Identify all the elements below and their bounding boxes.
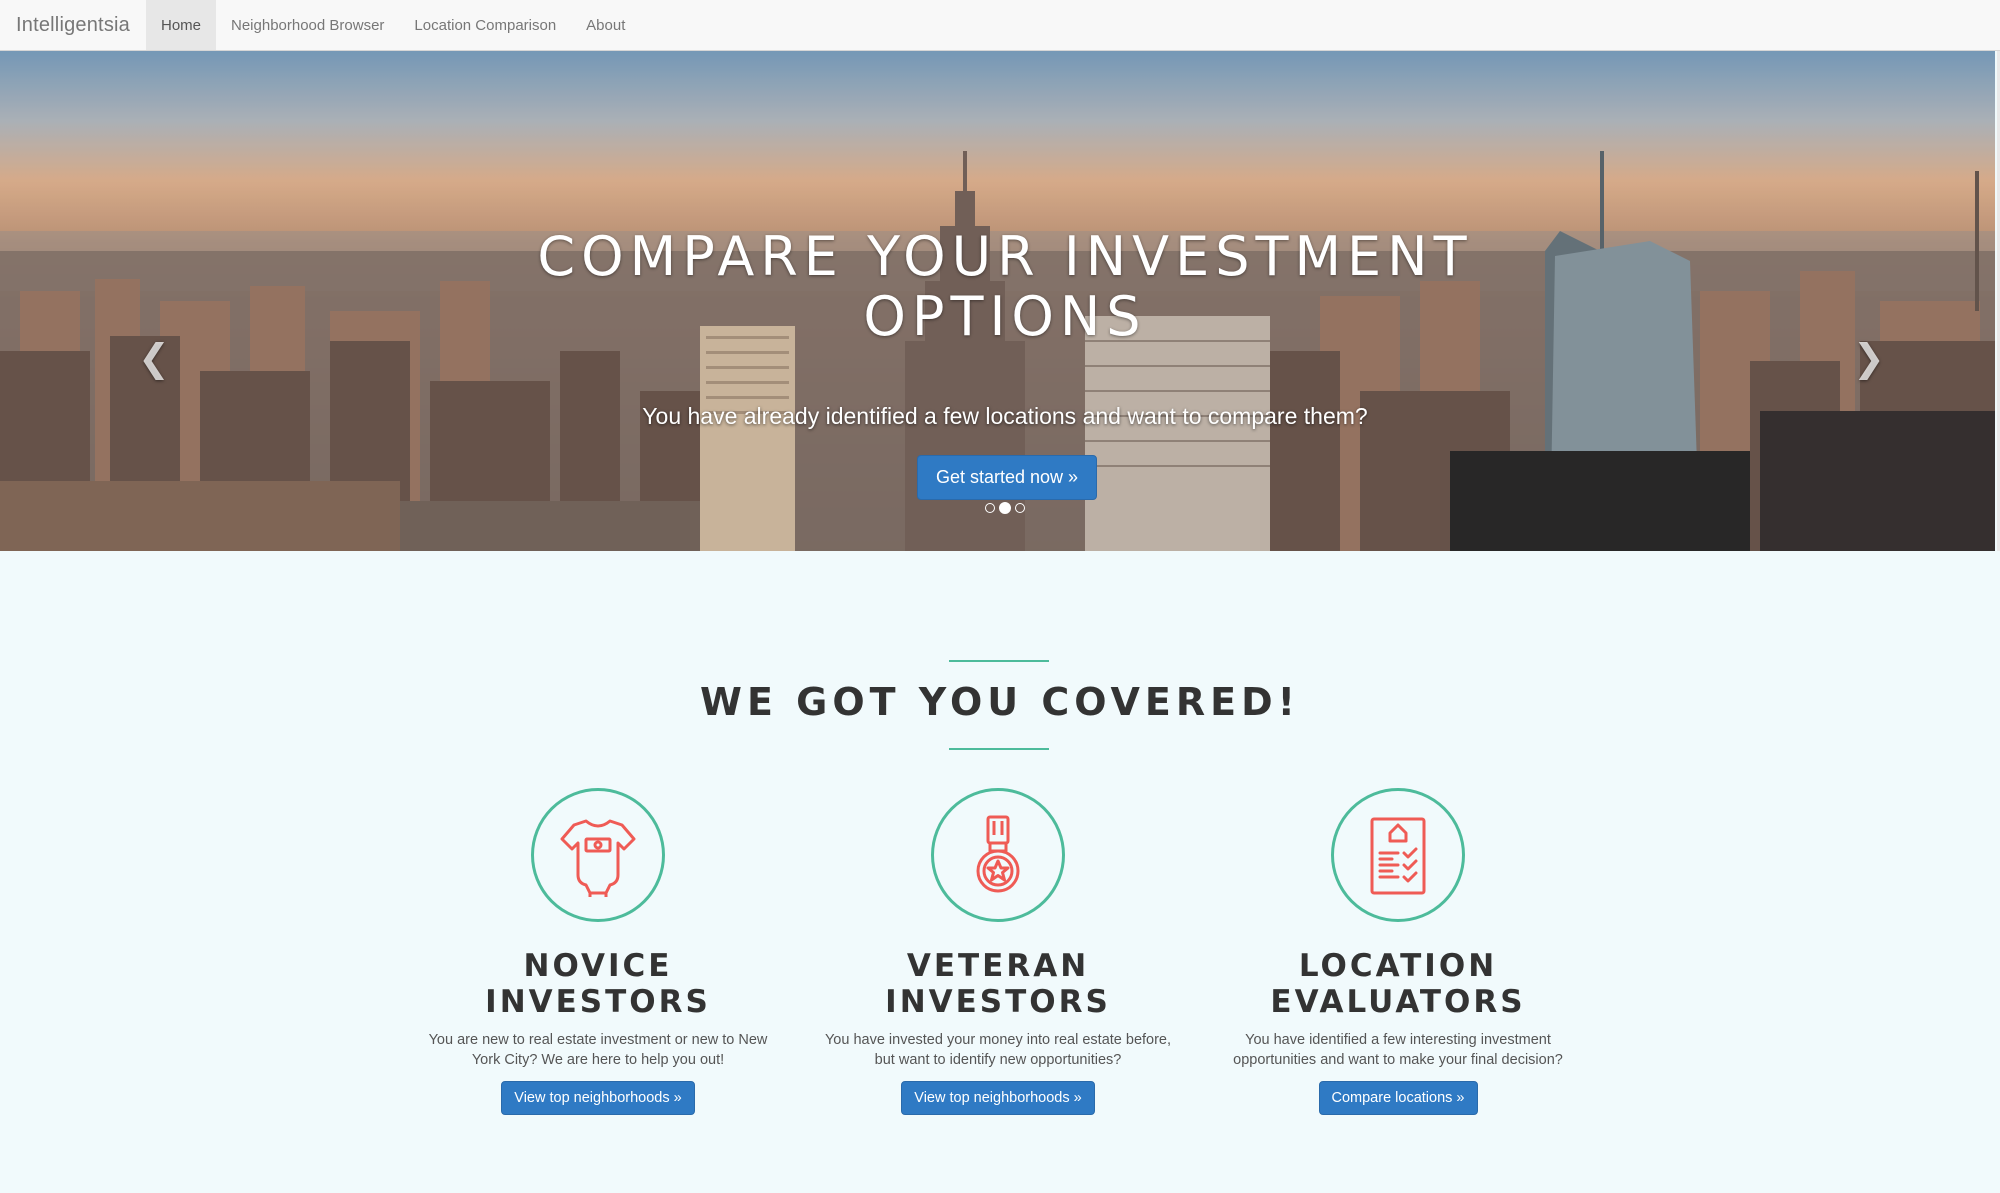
hero-title: COMPARE YOUR INVESTMENT OPTIONS bbox=[500, 227, 1510, 347]
chevron-left-icon: ❮ bbox=[138, 336, 170, 380]
veteran-investors-card: VETERAN INVESTORS You have invested your… bbox=[818, 788, 1178, 1115]
location-evaluators-card: LOCATION EVALUATORS You have identified … bbox=[1218, 788, 1578, 1115]
nav-item-home[interactable]: Home bbox=[145, 0, 216, 50]
icon-circle bbox=[931, 788, 1065, 922]
carousel-indicator-3[interactable] bbox=[1015, 503, 1025, 513]
card-title-line-1: LOCATION bbox=[1298, 948, 1498, 984]
novice-investors-card: NOVICE INVESTORS You are new to real est… bbox=[418, 788, 778, 1115]
page: Intelligentsia Home Neighborhood Browser… bbox=[0, 0, 2000, 1193]
card-title-line-2: INVESTORS bbox=[485, 984, 711, 1020]
card-title-line-1: NOVICE bbox=[523, 948, 673, 984]
medal-icon bbox=[976, 815, 1020, 893]
card-description: You have invested your money into real e… bbox=[824, 1032, 1172, 1068]
icon-circle bbox=[1331, 788, 1465, 922]
hero-subtitle: You have already identified a few locati… bbox=[642, 403, 1368, 429]
card-title: NOVICE INVESTORS bbox=[418, 948, 778, 1020]
hero-title-line-2: OPTIONS bbox=[863, 285, 1147, 348]
top-navbar: Intelligentsia Home Neighborhood Browser… bbox=[0, 0, 2000, 51]
card-title-line-1: VETERAN bbox=[906, 948, 1090, 984]
carousel-indicators bbox=[985, 502, 1025, 514]
view-top-neighborhoods-button[interactable]: View top neighborhoods » bbox=[901, 1081, 1095, 1115]
card-title-line-2: INVESTORS bbox=[885, 984, 1111, 1020]
view-top-neighborhoods-button[interactable]: View top neighborhoods » bbox=[501, 1081, 695, 1115]
hero-title-line-1: COMPARE YOUR INVESTMENT bbox=[537, 225, 1473, 288]
nav-item-neighborhood-browser[interactable]: Neighborhood Browser bbox=[216, 0, 399, 50]
carousel-indicator-1[interactable] bbox=[985, 503, 995, 513]
card-description: You are new to real estate investment or… bbox=[428, 1032, 768, 1068]
card-title: VETERAN INVESTORS bbox=[818, 948, 1178, 1020]
title-divider-bottom bbox=[949, 748, 1049, 750]
brand-link[interactable]: Intelligentsia bbox=[0, 0, 146, 50]
nav-item-about[interactable]: About bbox=[571, 0, 640, 50]
nav-item-location-comparison[interactable]: Location Comparison bbox=[399, 0, 571, 50]
icon-circle bbox=[531, 788, 665, 922]
title-divider-top bbox=[949, 660, 1049, 662]
chevron-right-icon: ❯ bbox=[1853, 336, 1885, 380]
hero-carousel: ❮ ❯ COMPARE YOUR INVESTMENT OPTIONS You … bbox=[0, 51, 1995, 551]
card-title-line-2: EVALUATORS bbox=[1270, 984, 1526, 1020]
compare-locations-button[interactable]: Compare locations » bbox=[1318, 1081, 1478, 1115]
carousel-indicator-2[interactable] bbox=[999, 502, 1011, 514]
checklist-house-icon bbox=[1370, 817, 1426, 895]
card-description: You have identified a few interesting in… bbox=[1233, 1032, 1563, 1068]
section-title: WE GOT YOU COVERED! bbox=[700, 680, 1300, 724]
card-title: LOCATION EVALUATORS bbox=[1218, 948, 1578, 1020]
baby-onesie-icon bbox=[560, 819, 636, 897]
carousel-next-button[interactable]: ❯ bbox=[1853, 336, 1885, 380]
get-started-button[interactable]: Get started now » bbox=[917, 455, 1097, 500]
carousel-prev-button[interactable]: ❮ bbox=[138, 336, 170, 380]
